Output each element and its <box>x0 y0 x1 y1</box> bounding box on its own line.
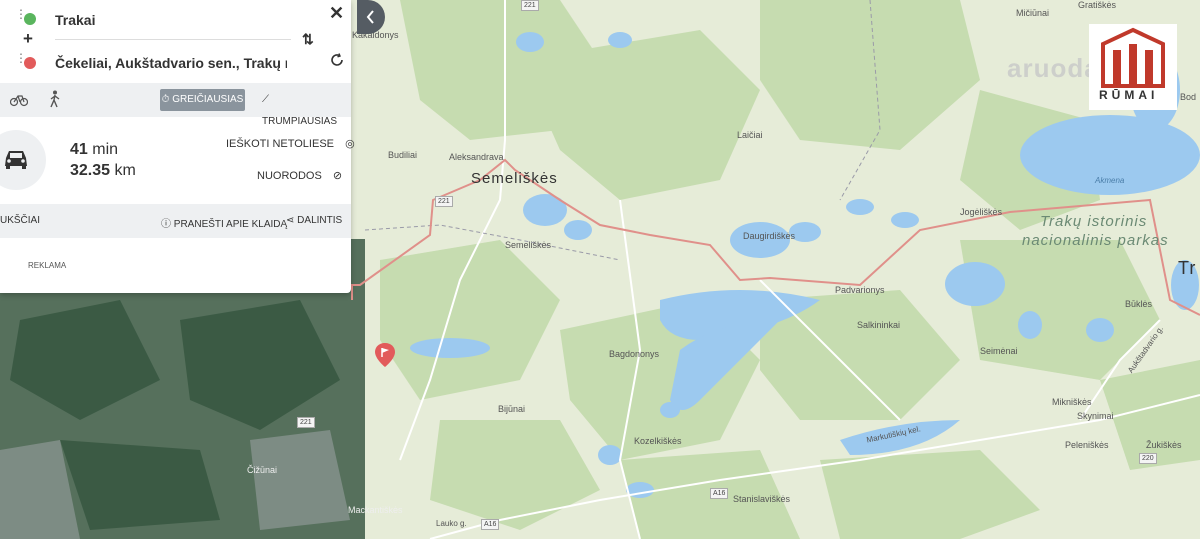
road-number: 221 <box>435 196 453 207</box>
origin-pin-icon <box>24 13 36 25</box>
park-label: Trakų istorinis <box>1040 213 1148 230</box>
distance-unit: km <box>114 162 136 179</box>
place-label: Gratiškės <box>1078 0 1117 10</box>
destination-field[interactable]: Čekeliai, Aukštadvario sen., Trakų r. sa… <box>55 55 287 71</box>
route-panel: ⋮ Trakai ✕ + ⇅ ⋮ Čekeliai, Aukštadvario … <box>0 0 355 293</box>
place-label: Seimėnai <box>980 346 1018 356</box>
chevron-left-icon <box>366 10 374 24</box>
place-label: Salkininkai <box>857 320 901 330</box>
place-label: Bagdononys <box>609 349 660 359</box>
share-link[interactable]: ⋖ DALINTIS <box>286 215 342 226</box>
directions-link[interactable]: NUORODOS ⊘ <box>257 169 342 182</box>
distance-value: 32.35 <box>70 162 111 179</box>
drag-handle-icon[interactable]: ⋮ <box>15 52 27 64</box>
drag-handle-icon[interactable]: ⋮ <box>15 8 27 20</box>
share-label: DALINTIS <box>297 215 343 226</box>
place-label: Skynimai <box>1077 411 1114 421</box>
bicycle-icon[interactable] <box>10 90 28 108</box>
road-number: 220 <box>1139 453 1157 464</box>
road-number: A16 <box>481 519 500 530</box>
close-icon[interactable]: ✕ <box>329 3 344 24</box>
place-label: Stanislaviškės <box>733 494 791 504</box>
place-label: Laičiai <box>737 130 763 140</box>
ruler-icon: ⟋ <box>262 94 269 105</box>
walking-icon[interactable] <box>48 90 62 108</box>
place-label: Mikniškės <box>1052 397 1092 407</box>
ntb-rumai-logo: RŪMAI <box>1089 24 1177 110</box>
car-icon <box>5 151 27 169</box>
place-label: Peleniškės <box>1065 440 1109 450</box>
place-label: Mackantiškės <box>348 505 403 515</box>
destination-pin-icon <box>24 57 36 69</box>
town-label: Tr <box>1178 258 1197 278</box>
road-number: 221 <box>521 0 539 11</box>
car-mode-button[interactable] <box>0 130 46 190</box>
add-stop-button[interactable]: + <box>23 29 33 49</box>
destination-flag-icon[interactable] <box>374 342 396 368</box>
place-label: Semeliškės <box>505 240 552 250</box>
logo-text: RŪMAI <box>1099 88 1159 102</box>
road-number: 221 <box>297 417 315 428</box>
action-bar: UKŠČIAI ⓘ PRANEŠTI APIE KLAIDĄ ⋖ DALINTI… <box>0 204 351 238</box>
mode-bar: ⏱ GREIČIAUSIAS ⟋ TRUMPIAUSIAS <box>0 83 351 127</box>
info-icon: ⓘ <box>161 219 174 230</box>
stopwatch-icon: ⏱ <box>161 94 173 105</box>
duration-unit: min <box>92 141 119 158</box>
ad-label: REKLAMA <box>28 261 67 270</box>
place-label: Bijūnai <box>498 404 526 414</box>
place-label: Bod <box>1180 92 1197 102</box>
duration-value: 41 <box>70 141 88 158</box>
town-label: Semeliškės <box>471 170 558 187</box>
street-label: Lauko g. <box>436 519 467 528</box>
place-label: Būklės <box>1125 299 1153 309</box>
search-nearby-label: IEŠKOTI NETOLIESE <box>226 138 334 150</box>
place-label: Čižūnai <box>247 465 278 475</box>
place-label: Padvarionys <box>835 285 885 295</box>
report-error-link[interactable]: ⓘ PRANEŠTI APIE KLAIDĄ <box>161 215 287 230</box>
shortest-label: TRUMPIAUSIAS <box>262 116 338 127</box>
place-label: Budiliai <box>388 150 418 160</box>
route-distance: 32.35 km <box>70 162 136 180</box>
collapse-panel-button[interactable] <box>357 0 385 34</box>
report-error-label: PRANEŠTI APIE KLAIDĄ <box>173 219 288 230</box>
place-label: Žukiškės <box>1146 440 1182 450</box>
route-duration: 41 min <box>70 141 118 159</box>
directions-label: NUORODOS <box>257 170 322 182</box>
shortest-route-button[interactable]: ⟋ TRUMPIAUSIAS <box>262 89 342 127</box>
origin-field[interactable]: Trakai <box>55 12 285 28</box>
place-label: Mičiūnai <box>1016 8 1050 18</box>
swap-icon[interactable]: ⇅ <box>302 31 314 48</box>
place-label: Jogėliškės <box>960 207 1003 217</box>
share-icon: ⋖ <box>286 215 298 226</box>
truncated-action-link[interactable]: UKŠČIAI <box>0 215 40 226</box>
directions-icon: ⊘ <box>332 170 343 182</box>
refresh-icon[interactable] <box>330 53 344 67</box>
place-label: Aleksandrava <box>449 152 504 162</box>
search-nearby-link[interactable]: IEŠKOTI NETOLIESE ◎ <box>226 137 355 150</box>
place-label: Kozelkiškės <box>634 436 682 446</box>
divider <box>55 39 291 40</box>
lake-label: Akmena <box>1095 176 1125 185</box>
place-label: Daugirdiškės <box>743 231 796 241</box>
target-icon: ◎ <box>345 138 355 150</box>
road-number: A16 <box>710 488 729 499</box>
fastest-label: GREIČIAUSIAS <box>172 94 244 105</box>
fastest-route-button[interactable]: ⏱ GREIČIAUSIAS <box>160 89 245 111</box>
park-label: nacionalinis parkas <box>1022 232 1169 249</box>
